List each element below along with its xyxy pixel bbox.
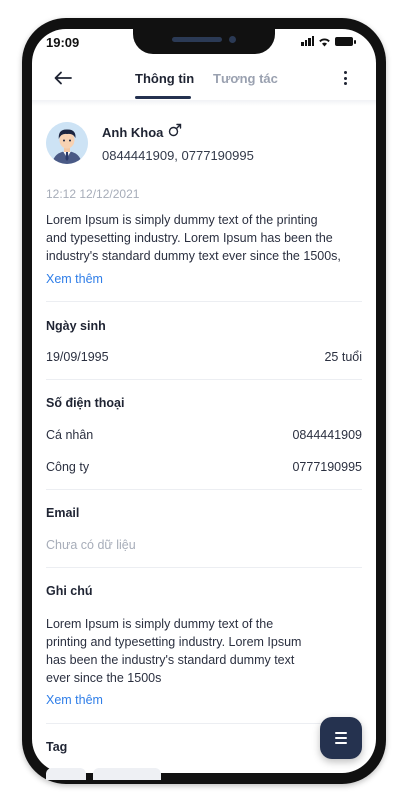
status-icons <box>301 34 356 48</box>
avatar-image <box>46 122 88 164</box>
age-value: 25 tuổi <box>324 350 362 364</box>
email-title: Email <box>46 506 80 520</box>
back-button[interactable] <box>50 67 76 89</box>
status-time: 19:09 <box>46 35 80 50</box>
tag-chip[interactable] <box>93 768 161 780</box>
post-line: industry's standard dummy text ever sinc… <box>46 249 341 263</box>
note-line: printing and typesetting industry. Lorem… <box>46 635 302 649</box>
menu-icon <box>335 732 347 734</box>
phone-section-title: Số điện thoại <box>46 396 125 410</box>
divider <box>46 379 362 380</box>
notch <box>133 18 275 54</box>
tab-thong-tin[interactable]: Thông tin <box>135 71 194 86</box>
phone-value-company[interactable]: 0777190995 <box>292 460 362 474</box>
divider <box>46 723 362 724</box>
signal-icon <box>301 36 314 46</box>
divider <box>46 489 362 490</box>
header-divider <box>32 100 376 106</box>
profile-header: Anh Khoa 0844441909, 0777190995 <box>46 122 362 170</box>
tab-tuong-tac[interactable]: Tương tác <box>213 71 278 86</box>
email-empty-text: Chưa có dữ liệu <box>46 538 136 552</box>
timestamp: 12:12 12/12/2021 <box>46 187 140 201</box>
note-line: has been the industry's standard dummy t… <box>46 653 295 667</box>
note-see-more-link[interactable]: Xem thêm <box>46 693 103 707</box>
contact-name: Anh Khoa <box>102 125 164 140</box>
notch-speaker <box>172 37 222 42</box>
phone-value-personal[interactable]: 0844441909 <box>292 428 362 442</box>
menu-fab-button[interactable] <box>320 717 362 759</box>
male-icon <box>168 123 182 142</box>
tag-chip[interactable] <box>46 768 86 780</box>
arrow-left-icon <box>54 71 72 85</box>
post-text: Lorem Ipsum is simply dummy text of the … <box>46 211 362 265</box>
avatar[interactable] <box>46 122 88 164</box>
note-text: Lorem Ipsum is simply dummy text of the … <box>46 615 332 687</box>
note-line: Lorem Ipsum is simply dummy text of the <box>46 617 274 631</box>
birthday-title: Ngày sinh <box>46 319 106 333</box>
note-title: Ghi chú <box>46 584 93 598</box>
notch-camera <box>229 36 236 43</box>
active-tab-indicator <box>135 96 191 99</box>
post-line: Lorem Ipsum is simply dummy text of the … <box>46 213 318 227</box>
contact-phones: 0844441909, 0777190995 <box>102 148 254 163</box>
birthday-date: 19/09/1995 <box>46 350 109 364</box>
note-line: ever since the 1500s <box>46 671 162 685</box>
divider <box>46 567 362 568</box>
more-vertical-icon <box>343 71 347 74</box>
divider <box>46 301 362 302</box>
tag-title: Tag <box>46 740 68 754</box>
wifi-icon <box>319 37 330 46</box>
more-options-button[interactable] <box>337 68 353 88</box>
phone-label-personal: Cá nhân <box>46 428 94 442</box>
phone-label-company: Công ty <box>46 460 90 474</box>
battery-icon <box>335 36 356 46</box>
post-line: and typesetting industry. Lorem Ipsum ha… <box>46 231 333 245</box>
see-more-link[interactable]: Xem thêm <box>46 272 103 286</box>
